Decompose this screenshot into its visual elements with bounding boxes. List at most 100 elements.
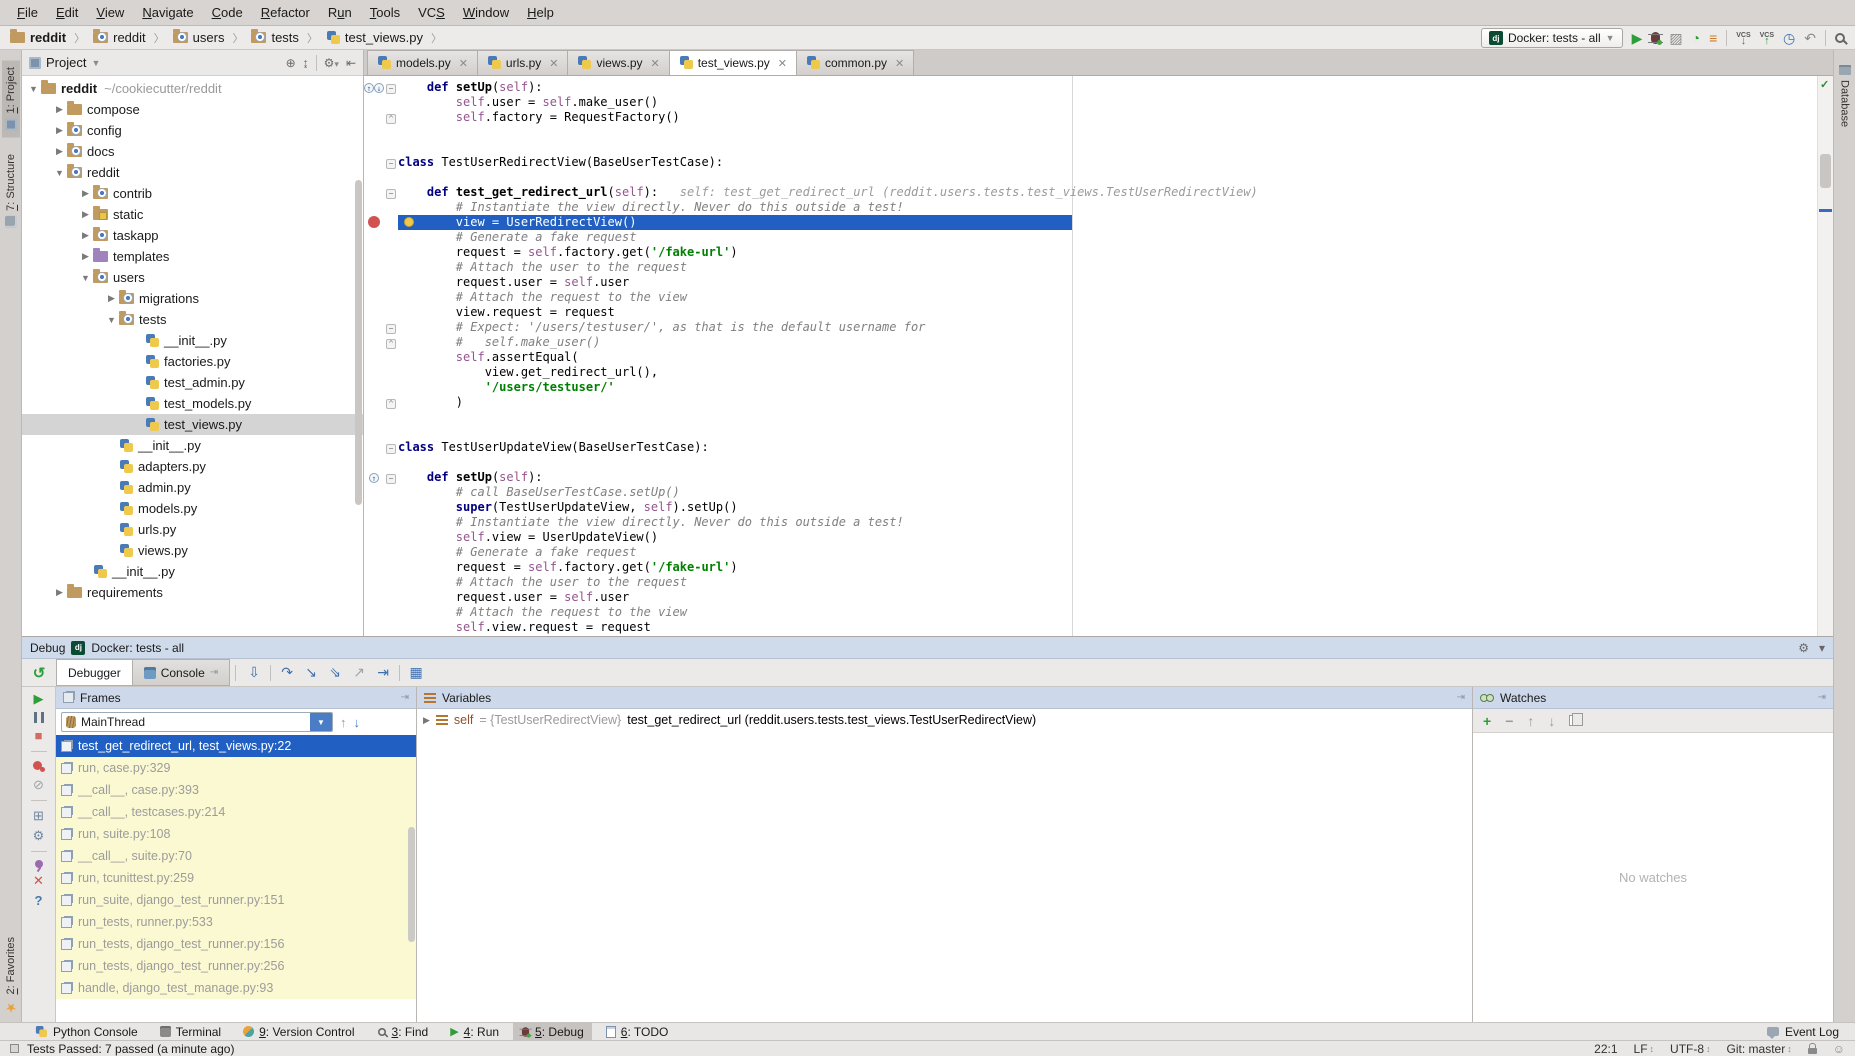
close-tab-icon[interactable]: ✕ <box>549 57 558 70</box>
caret-position[interactable]: 22:1 <box>1594 1042 1617 1056</box>
vcs-commit-button[interactable]: VCS↑ <box>1760 32 1774 45</box>
code-line[interactable]: self.view.request = request <box>364 620 1817 635</box>
tree-row[interactable]: ▼reddit <box>22 162 363 183</box>
frame-row[interactable]: run_suite, django_test_runner.py:151 <box>56 889 416 911</box>
close-tab-icon[interactable]: ✕ <box>778 57 787 70</box>
close-tab-icon[interactable]: ✕ <box>651 57 660 70</box>
code-line[interactable]: view.get_redirect_url(), <box>364 365 1817 380</box>
menu-item-view[interactable]: View <box>87 0 133 25</box>
tree-toggle-icon[interactable]: ▶ <box>78 209 93 220</box>
breakpoint-icon[interactable] <box>368 216 380 228</box>
menu-item-window[interactable]: Window <box>454 0 518 25</box>
toolwindow-button-4-run[interactable]: ▶4: Run <box>442 1023 507 1040</box>
menu-item-refactor[interactable]: Refactor <box>252 0 319 25</box>
hector-inspections-icon[interactable]: ☺ <box>1833 1042 1845 1056</box>
editor-tab-urls-py[interactable]: urls.py✕ <box>477 50 569 75</box>
overrides-method-icon[interactable]: ↑ <box>369 473 379 483</box>
close-tab-icon[interactable]: ✕ <box>459 57 468 70</box>
code-line[interactable]: −class TestUserRedirectView(BaseUserTest… <box>364 155 1817 170</box>
code-line[interactable]: −class TestUserUpdateView(BaseUserTestCa… <box>364 440 1817 455</box>
code-line[interactable]: self.view = UserUpdateView() <box>364 530 1817 545</box>
tree-row[interactable]: ▶compose <box>22 99 363 120</box>
code-line[interactable]: request = self.factory.get('/fake-url') <box>364 245 1817 260</box>
event-log-button[interactable]: Event Log <box>1767 1025 1839 1039</box>
tree-row[interactable]: ▶templates <box>22 246 363 267</box>
project-scrollbar[interactable] <box>355 180 362 505</box>
code-line[interactable]: # Generate a fake request <box>364 545 1817 560</box>
toolwindow-button-terminal[interactable]: Terminal <box>152 1023 229 1040</box>
breadcrumb-item[interactable]: users <box>173 30 225 45</box>
tree-row[interactable]: adapters.py <box>22 456 363 477</box>
tree-row[interactable]: test_views.py <box>22 414 363 435</box>
menu-item-tools[interactable]: Tools <box>361 0 409 25</box>
tree-row[interactable]: __init__.py <box>22 435 363 456</box>
overrides-method-icon[interactable]: ↑ <box>364 83 374 93</box>
toolwindow-button-3-find[interactable]: 3: Find <box>369 1023 437 1040</box>
tree-row[interactable]: test_admin.py <box>22 372 363 393</box>
tab-console[interactable]: Console ⇥ <box>132 659 230 686</box>
duplicate-watch-button[interactable] <box>1569 715 1578 726</box>
code-line[interactable] <box>364 140 1817 155</box>
code-line[interactable] <box>364 170 1817 185</box>
settings-gear-button[interactable]: ⚙ <box>33 829 45 843</box>
frame-row[interactable]: run_tests, django_test_runner.py:156 <box>56 933 416 955</box>
code-line[interactable] <box>364 410 1817 425</box>
breadcrumb-item[interactable]: reddit <box>93 30 146 45</box>
float-panel-icon[interactable]: ⇥ <box>1457 692 1465 703</box>
frame-row[interactable]: run, suite.py:108 <box>56 823 416 845</box>
sidebar-tab-favorites[interactable]: ★ 2: Favorites <box>2 930 20 1022</box>
menu-item-help[interactable]: Help <box>518 0 563 25</box>
code-line[interactable]: # Attach the user to the request <box>364 260 1817 275</box>
stop-button[interactable]: ■ <box>35 729 43 743</box>
tree-row[interactable]: ▶migrations <box>22 288 363 309</box>
editor-tab-common-py[interactable]: common.py✕ <box>796 50 914 75</box>
help-button[interactable]: ? <box>35 894 43 908</box>
breadcrumb-item[interactable]: reddit <box>10 30 66 45</box>
tree-row[interactable]: ▼users <box>22 267 363 288</box>
code-line[interactable]: # Attach the user to the request <box>364 575 1817 590</box>
tree-row[interactable]: admin.py <box>22 477 363 498</box>
code-editor[interactable]: ↑↓− def setUp(self): self.user = self.ma… <box>364 76 1817 636</box>
git-branch-indicator[interactable]: Git: master↕ <box>1727 1042 1792 1056</box>
code-line[interactable]: # Instantiate the view directly. Never d… <box>364 515 1817 530</box>
intention-bulb-icon[interactable] <box>404 217 414 227</box>
view-breakpoints-button[interactable] <box>33 760 45 772</box>
fold-marker-icon[interactable]: − <box>384 185 398 200</box>
tree-toggle-icon[interactable]: ▼ <box>78 273 93 283</box>
step-into-button[interactable]: ↘ <box>299 664 323 681</box>
tree-toggle-icon[interactable]: ▶ <box>52 125 67 136</box>
tree-toggle-icon[interactable]: ▶ <box>78 230 93 241</box>
fold-marker-icon[interactable]: − <box>384 440 398 455</box>
menu-item-edit[interactable]: Edit <box>47 0 87 25</box>
frame-row[interactable]: handle, django_test_manage.py:93 <box>56 977 416 999</box>
fold-marker-icon[interactable]: ^ <box>384 110 398 125</box>
move-watch-down-button[interactable]: ↓ <box>1548 713 1555 729</box>
tree-toggle-icon[interactable]: ▶ <box>52 146 67 157</box>
mute-breakpoints-button[interactable]: ⊘ <box>33 778 44 792</box>
editor-tab-models-py[interactable]: models.py✕ <box>367 50 478 75</box>
evaluate-expression-button[interactable]: ▦ <box>404 664 428 681</box>
close-tab-icon[interactable]: ✕ <box>895 57 904 70</box>
code-line[interactable]: ↑↓− def setUp(self): <box>364 80 1817 95</box>
search-everywhere-button[interactable] <box>1835 33 1845 43</box>
menu-item-file[interactable]: File <box>8 0 47 25</box>
step-out-button[interactable]: ↗ <box>347 664 371 681</box>
breadcrumb-item[interactable]: test_views.py <box>326 30 423 45</box>
step-into-my-code-button[interactable]: ⇘ <box>323 664 347 681</box>
float-panel-icon[interactable]: ⇥ <box>401 692 409 703</box>
frame-row[interactable]: __call__, suite.py:70 <box>56 845 416 867</box>
run-configuration-select[interactable]: dj Docker: tests - all ▼ <box>1481 28 1623 48</box>
tree-row[interactable]: test_models.py <box>22 393 363 414</box>
code-line[interactable]: super(TestUserUpdateView, self).setUp() <box>364 500 1817 515</box>
variable-row[interactable]: ▶ self = {TestUserRedirectView} test_get… <box>423 713 1466 727</box>
code-line[interactable] <box>364 455 1817 470</box>
chevron-down-icon[interactable]: ▼ <box>91 58 100 68</box>
resume-button[interactable]: ▶ <box>34 692 44 706</box>
frame-row[interactable]: __call__, case.py:393 <box>56 779 416 801</box>
remove-watch-button[interactable]: − <box>1505 713 1513 729</box>
fold-marker-icon[interactable]: − <box>384 470 398 485</box>
toolwindow-button-python-console[interactable]: Python Console <box>26 1023 146 1040</box>
code-line[interactable]: ^ # self.make_user() <box>364 335 1817 350</box>
coverage-button[interactable]: ▨ <box>1669 31 1682 45</box>
tree-toggle-icon[interactable]: ▼ <box>104 315 119 325</box>
